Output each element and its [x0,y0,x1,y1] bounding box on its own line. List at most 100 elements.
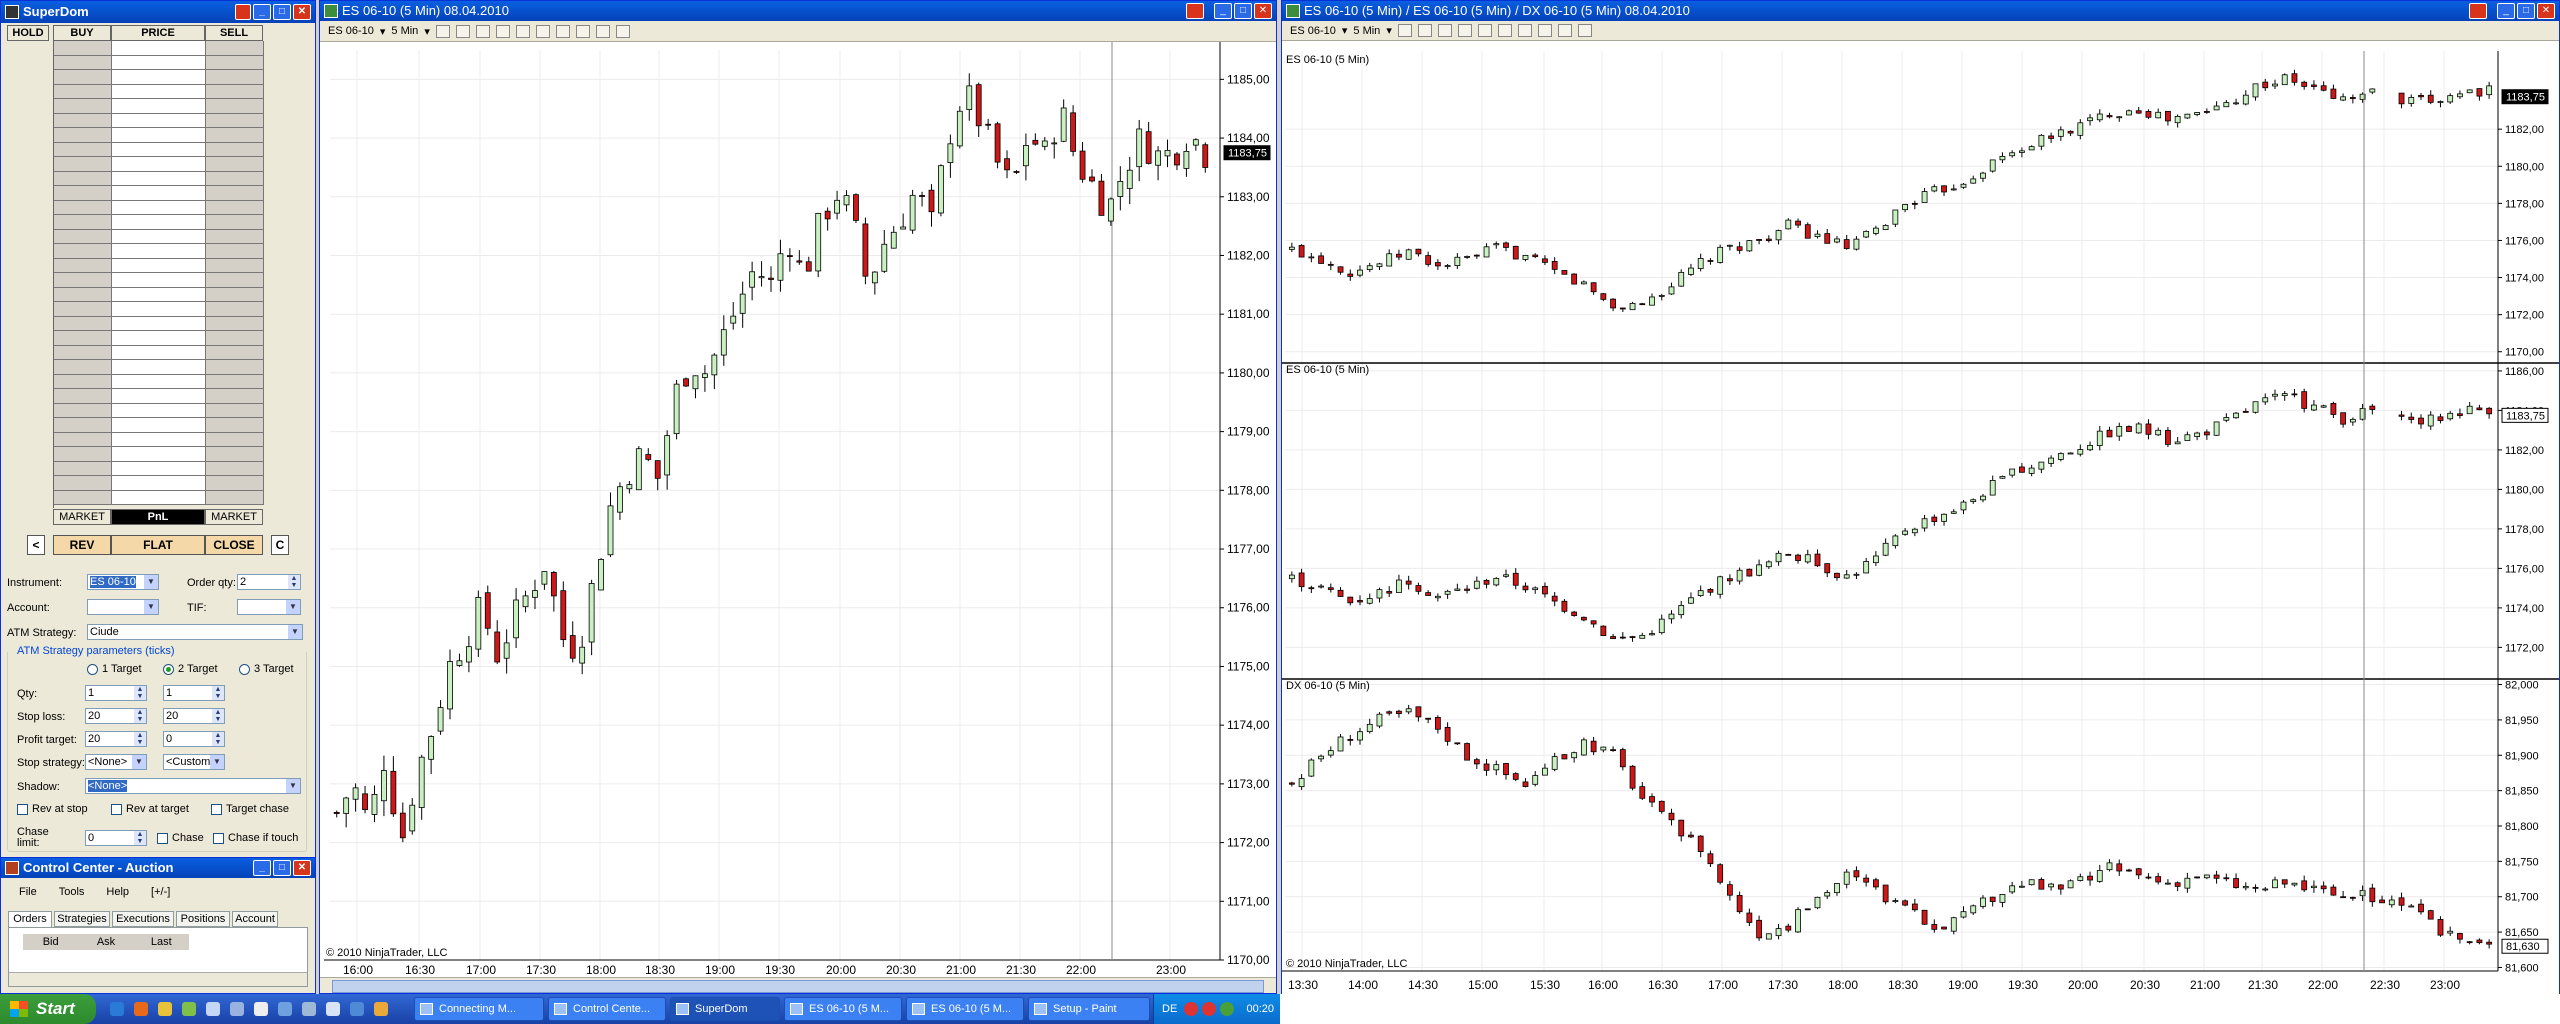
pencil-icon[interactable] [455,24,470,38]
tab-strategies[interactable]: Strategies [54,911,110,927]
ladder-cell[interactable] [206,461,264,475]
rev-button[interactable]: REV [53,535,111,555]
ladder-cell[interactable] [206,490,264,504]
order-qty-stepper[interactable]: 2 ▲ ▼ [237,574,301,590]
properties-icon[interactable] [1497,24,1512,37]
target-chase-checkbox[interactable] [211,804,222,815]
ladder-cell[interactable] [112,360,206,374]
ladder-cell[interactable] [112,171,206,185]
ladder-row[interactable] [54,70,264,85]
market-sell-button[interactable]: MARKET [205,509,263,525]
ladder-cell[interactable] [112,389,206,403]
ladder-cell[interactable] [112,244,206,258]
chase-checkbox[interactable] [157,833,168,844]
ninjatrader-icon[interactable] [254,1002,268,1016]
minimize-button[interactable]: _ [253,4,271,20]
chart1-indicator-icon[interactable] [1186,3,1204,19]
ladder-row[interactable] [54,99,264,114]
ladder-cell[interactable] [112,447,206,461]
ladder-row[interactable] [54,403,264,418]
ladder-cell[interactable] [112,157,206,171]
chart1-svg[interactable]: 16:00 16:30 17:00 17:30 18:00 18:30 19:00 19:30… [320,42,1276,979]
app-icon[interactable] [230,1002,244,1016]
maximize-button[interactable]: □ [2517,3,2535,19]
ladder-cell[interactable] [112,258,206,272]
ladder-row[interactable] [54,258,264,273]
chart2-svg[interactable]: 1182,00 1180,00 1178,00 1176,00 1174,00 1172,… [1282,41,2559,1005]
ladder-row[interactable] [54,41,264,56]
app-icon[interactable] [326,1002,340,1016]
ladder-cell[interactable] [112,302,206,316]
strategies-icon[interactable] [1537,24,1552,37]
ladder-cell[interactable] [54,374,112,388]
ladder-cell[interactable] [206,447,264,461]
tab-orders[interactable]: Orders [8,911,52,927]
scroll-thumb[interactable] [332,980,1264,993]
flat-button[interactable]: FLAT [111,535,205,555]
interval-selector[interactable]: 5 Min [1353,25,1380,37]
ladder-row[interactable] [54,447,264,462]
profit2-stepper[interactable]: 0 ▲ ▼ [163,731,225,747]
c-button[interactable]: C [271,535,289,555]
task-connecting[interactable]: Connecting M... [414,997,544,1021]
ladder-cell[interactable] [112,84,206,98]
stop-strategy1-select[interactable]: <None> ▼ [85,754,147,770]
ladder-cell[interactable] [54,215,112,229]
ladder-cell[interactable] [206,142,264,156]
ladder-row[interactable] [54,128,264,143]
ladder-cell[interactable] [54,41,112,55]
ladder-row[interactable] [54,432,264,447]
ladder-cell[interactable] [54,200,112,214]
ladder-row[interactable] [54,374,264,389]
ladder-cell[interactable] [54,244,112,258]
indicators-icon[interactable] [1517,24,1532,37]
stoploss1-stepper[interactable]: 20 ▲ ▼ [85,708,147,724]
ladder-cell[interactable] [206,171,264,185]
account-select[interactable]: ▼ [87,599,159,615]
ladder-cell[interactable] [112,55,206,69]
menu-help[interactable]: Help [106,886,129,898]
properties-icon[interactable] [535,24,550,38]
ladder-cell[interactable] [206,418,264,432]
instrument-selector[interactable]: ES 06-10 [1290,25,1336,37]
close-button[interactable]: ✕ [293,860,311,876]
ladder-row[interactable] [54,157,264,172]
ladder-cell[interactable] [206,244,264,258]
tab-account[interactable]: Account [232,911,278,927]
chase-limit-stepper[interactable]: 0 ▲ ▼ [85,830,147,846]
eraser-icon[interactable] [1457,24,1472,37]
ladder-cell[interactable] [112,70,206,84]
price-ladder[interactable] [53,41,264,508]
interval-selector[interactable]: 5 Min [391,25,418,37]
qty2-stepper[interactable]: 1 ▲ ▼ [163,685,225,701]
maximize-button[interactable]: □ [273,4,291,20]
ladder-cell[interactable] [206,331,264,345]
app-icon[interactable] [350,1002,364,1016]
ladder-cell[interactable] [54,316,112,330]
media-icon[interactable] [182,1002,196,1016]
maximize-button[interactable]: □ [273,860,291,876]
save-icon[interactable] [1577,24,1592,37]
save-icon[interactable] [615,24,630,38]
profit1-stepper[interactable]: 20 ▲ ▼ [85,731,147,747]
ladder-cell[interactable] [206,200,264,214]
target1-radio[interactable] [87,664,98,675]
ladder-cell[interactable] [54,360,112,374]
ladder-cell[interactable] [206,113,264,127]
ladder-cell[interactable] [112,490,206,504]
minimize-button[interactable]: _ [2497,3,2515,19]
app-icon[interactable] [302,1002,316,1016]
ladder-cell[interactable] [54,273,112,287]
ladder-cell[interactable] [206,273,264,287]
ladder-cell[interactable] [54,432,112,446]
ladder-cell[interactable] [206,157,264,171]
ladder-row[interactable] [54,244,264,259]
left-arrow-button[interactable]: < [27,535,45,555]
task-superdom[interactable]: SuperDom [670,997,780,1021]
close-button[interactable]: ✕ [1254,3,1272,19]
ladder-cell[interactable] [112,461,206,475]
zoom-icon[interactable] [515,24,530,38]
dom-indicator-icon[interactable] [235,4,251,20]
instrument-select[interactable]: ES 06-10 ▼ [87,574,159,590]
ladder-row[interactable] [54,229,264,244]
